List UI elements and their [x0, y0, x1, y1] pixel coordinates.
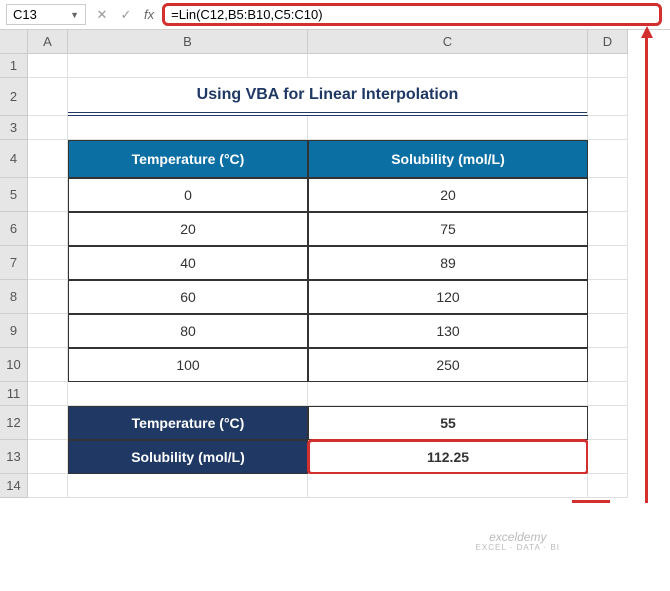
cell[interactable]	[28, 212, 68, 246]
cell[interactable]	[588, 116, 628, 140]
table-row[interactable]: 250	[308, 348, 588, 382]
cell[interactable]	[28, 382, 68, 406]
row-head[interactable]: 12	[0, 406, 28, 440]
cell[interactable]	[28, 348, 68, 382]
col-head-c[interactable]: C	[308, 30, 588, 54]
name-box-value: C13	[13, 7, 37, 22]
cell[interactable]	[68, 382, 308, 406]
cell[interactable]	[28, 78, 68, 116]
input-sol-label: Solubility (mol/L)	[68, 440, 308, 474]
row-head[interactable]: 9	[0, 314, 28, 348]
watermark: exceldemy EXCEL · DATA · BI	[476, 531, 560, 553]
table-row[interactable]: 120	[308, 280, 588, 314]
table-row[interactable]: 89	[308, 246, 588, 280]
cell[interactable]	[308, 474, 588, 498]
row-head[interactable]: 4	[0, 140, 28, 178]
table-header-sol: Solubility (mol/L)	[308, 140, 588, 178]
arrow-up-icon	[641, 26, 653, 38]
cell[interactable]	[28, 246, 68, 280]
row-head[interactable]: 5	[0, 178, 28, 212]
table-row[interactable]: 80	[68, 314, 308, 348]
row-head[interactable]: 14	[0, 474, 28, 498]
row-head[interactable]: 10	[0, 348, 28, 382]
cell[interactable]	[588, 178, 628, 212]
input-temp-label: Temperature (°C)	[68, 406, 308, 440]
cell[interactable]	[588, 474, 628, 498]
row-head[interactable]: 8	[0, 280, 28, 314]
table-row[interactable]: 100	[68, 348, 308, 382]
spreadsheet-grid: A B C D 1 2 Using VBA for Linear Interpo…	[0, 30, 670, 498]
row-head[interactable]: 7	[0, 246, 28, 280]
cell[interactable]	[308, 54, 588, 78]
table-header-temp: Temperature (°C)	[68, 140, 308, 178]
accept-icon[interactable]: ✓	[114, 7, 138, 23]
watermark-sub: EXCEL · DATA · BI	[476, 544, 560, 553]
cell[interactable]	[28, 440, 68, 474]
cell[interactable]	[588, 382, 628, 406]
cell[interactable]	[68, 54, 308, 78]
row-head[interactable]: 6	[0, 212, 28, 246]
row-head[interactable]: 13	[0, 440, 28, 474]
row-head[interactable]: 1	[0, 54, 28, 78]
name-box[interactable]: C13 ▼	[6, 4, 86, 25]
table-row[interactable]: 20	[308, 178, 588, 212]
cell[interactable]	[308, 116, 588, 140]
col-head-d[interactable]: D	[588, 30, 628, 54]
table-row[interactable]: 0	[68, 178, 308, 212]
cell[interactable]	[588, 440, 628, 474]
row-head[interactable]: 3	[0, 116, 28, 140]
cell[interactable]	[28, 116, 68, 140]
cell[interactable]	[588, 54, 628, 78]
table-row[interactable]: 75	[308, 212, 588, 246]
cell[interactable]	[588, 348, 628, 382]
cell[interactable]	[68, 116, 308, 140]
cell[interactable]	[28, 474, 68, 498]
cell[interactable]	[588, 212, 628, 246]
fx-icon[interactable]: fx	[138, 7, 160, 22]
page-title: Using VBA for Linear Interpolation	[68, 78, 588, 116]
callout-line	[645, 35, 648, 503]
formula-bar: C13 ▼ ✕ ✓ fx =Lin(C12,B5:B10,C5:C10)	[0, 0, 670, 30]
chevron-down-icon[interactable]: ▼	[70, 10, 79, 20]
cancel-icon[interactable]: ✕	[90, 7, 114, 23]
selected-cell-c13[interactable]: 112.25	[308, 440, 588, 474]
cell[interactable]	[588, 246, 628, 280]
cell[interactable]	[28, 178, 68, 212]
cell[interactable]	[588, 78, 628, 116]
col-head-a[interactable]: A	[28, 30, 68, 54]
cell[interactable]	[588, 140, 628, 178]
cell[interactable]	[308, 382, 588, 406]
row-head[interactable]: 2	[0, 78, 28, 116]
cell[interactable]	[28, 406, 68, 440]
cell[interactable]	[28, 140, 68, 178]
table-row[interactable]: 20	[68, 212, 308, 246]
table-row[interactable]: 40	[68, 246, 308, 280]
cell[interactable]	[588, 406, 628, 440]
cell[interactable]	[68, 474, 308, 498]
row-head[interactable]: 11	[0, 382, 28, 406]
cell[interactable]	[588, 314, 628, 348]
table-row[interactable]: 130	[308, 314, 588, 348]
select-all-corner[interactable]	[0, 30, 28, 54]
col-head-b[interactable]: B	[68, 30, 308, 54]
cell[interactable]	[28, 314, 68, 348]
cell[interactable]	[588, 280, 628, 314]
cell[interactable]	[28, 54, 68, 78]
callout-line	[572, 500, 610, 503]
cell[interactable]	[28, 280, 68, 314]
table-row[interactable]: 60	[68, 280, 308, 314]
formula-input[interactable]: =Lin(C12,B5:B10,C5:C10)	[162, 3, 662, 26]
input-temp-value[interactable]: 55	[308, 406, 588, 440]
